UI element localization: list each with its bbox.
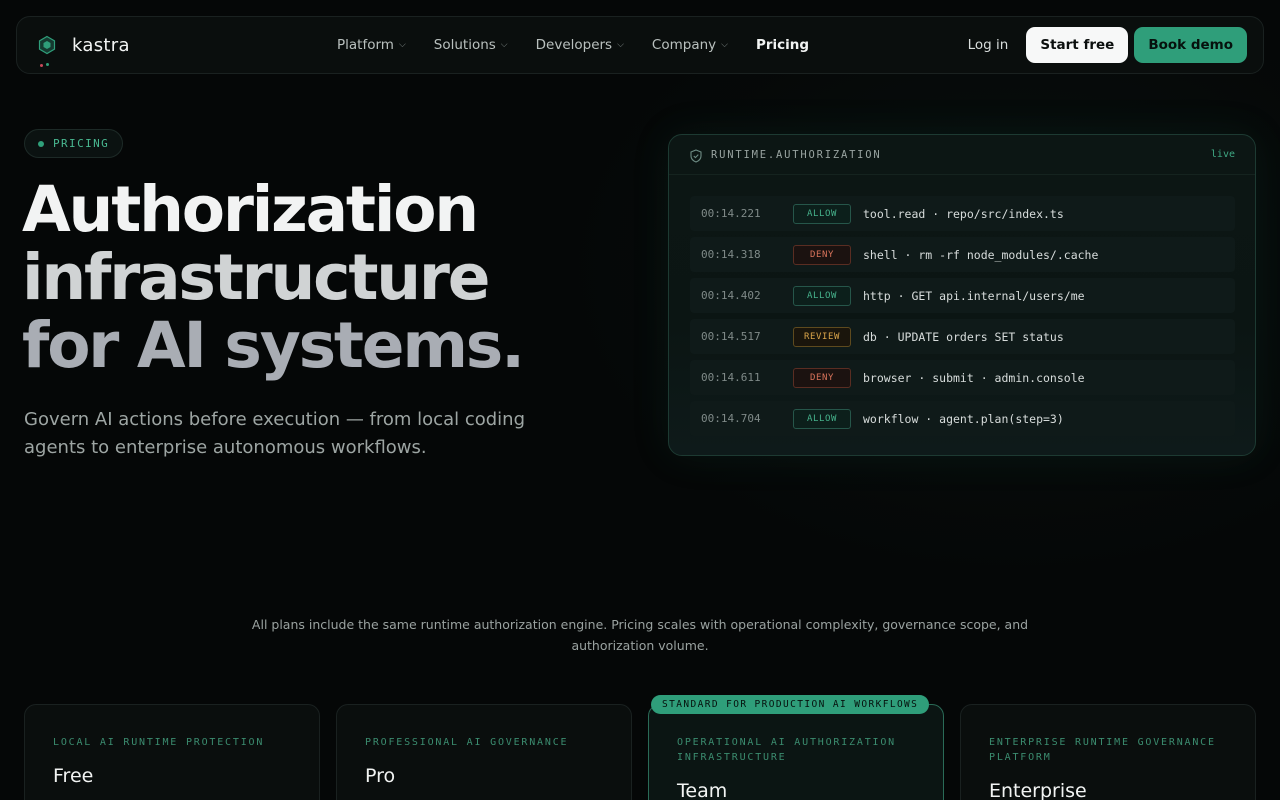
nav-pricing-label: Pricing (755, 37, 810, 53)
log-row: 00:14.402 ALLOW http · GET api.internal/… (690, 278, 1235, 313)
log-row: 00:14.318 DENY shell · rm -rf node_modul… (690, 237, 1235, 272)
log-row: 00:14.517 REVIEW db · UPDATE orders SET … (690, 319, 1235, 354)
nav-links: Platform ⌵ Solutions ⌵ Developers ⌵ Comp… (337, 17, 837, 73)
plan-eyebrow: PROFESSIONAL AI GOVERNANCE (365, 737, 569, 748)
log-time: 00:14.318 (701, 248, 761, 261)
verdict-badge: REVIEW (793, 326, 851, 347)
plan-card-free[interactable]: LOCAL AI RUNTIME PROTECTION Free (24, 704, 320, 800)
nav-pricing[interactable]: Pricing (756, 37, 809, 53)
runtime-panel: RUNTIME.AUTHORIZATION live 00:14.221 ALL… (668, 134, 1256, 456)
chevron-down-icon: ⌵ (721, 40, 728, 50)
chevron-down-icon: ⌵ (617, 40, 624, 50)
login-link[interactable]: Log in (968, 37, 1009, 53)
nav-solutions[interactable]: Solutions ⌵ (434, 37, 508, 53)
nav-company-label: Company (651, 37, 717, 53)
verdict-badge: ALLOW (793, 408, 851, 429)
panel-title: RUNTIME.AUTHORIZATION (711, 148, 882, 161)
hero-title-line3: for AI systems. (22, 309, 525, 382)
pricing-intro: All plans include the same runtime autho… (240, 614, 1040, 656)
verdict-badge: ALLOW (793, 203, 851, 224)
section-pill: PRICING (24, 129, 124, 158)
plan-name: Free (53, 765, 94, 787)
nav-actions: Log in Start free Book demo (968, 27, 1247, 63)
hero-title: Authorization infrastructure for AI syst… (22, 176, 582, 380)
live-status: live (1210, 149, 1235, 160)
plan-card-enterprise[interactable]: ENTERPRISE RUNTIME GOVERNANCE PLATFORM E… (960, 704, 1256, 800)
hexagon-logo-icon (37, 35, 57, 55)
log-action: http · GET api.internal/users/me (863, 288, 1085, 303)
hero-title-line2: infrastructure (22, 241, 490, 314)
pill-dot (38, 140, 44, 147)
nav-developers-label: Developers (535, 37, 613, 53)
log-row: 00:14.611 DENY browser · submit · admin.… (690, 360, 1235, 395)
book-demo-button[interactable]: Book demo (1134, 27, 1247, 63)
chevron-down-icon: ⌵ (398, 40, 406, 50)
featured-ribbon: STANDARD FOR PRODUCTION AI WORKFLOWS (651, 695, 930, 714)
authorization-log: 00:14.221 ALLOW tool.read · repo/src/ind… (690, 196, 1235, 442)
plan-card-team[interactable]: OPERATIONAL AI AUTHORIZATION INFRASTRUCT… (648, 704, 944, 800)
plan-name: Enterprise (989, 780, 1087, 800)
nav-platform-label: Platform (337, 37, 394, 53)
nav-developers[interactable]: Developers ⌵ (536, 37, 624, 53)
shield-check-icon (689, 148, 703, 163)
panel-header: RUNTIME.AUTHORIZATION live (669, 135, 1255, 175)
status-dot-green (46, 63, 49, 66)
log-action: browser · submit · admin.console (863, 370, 1085, 385)
verdict-badge: ALLOW (793, 285, 851, 306)
log-time: 00:14.704 (701, 412, 761, 425)
log-time: 00:14.611 (701, 371, 761, 384)
plan-eyebrow: LOCAL AI RUNTIME PROTECTION (53, 737, 265, 748)
brand-name: kastra (72, 34, 130, 56)
log-time: 00:14.402 (701, 289, 761, 302)
log-action: workflow · agent.plan(step=3) (863, 411, 1064, 426)
log-row: 00:14.704 ALLOW workflow · agent.plan(st… (690, 401, 1235, 436)
verdict-badge: DENY (793, 367, 851, 388)
verdict-badge: DENY (793, 244, 851, 265)
nav-platform[interactable]: Platform ⌵ (337, 37, 406, 53)
log-action: db · UPDATE orders SET status (863, 329, 1064, 344)
plan-name: Pro (365, 765, 396, 787)
pricing-intro-line1: All plans include the same runtime autho… (251, 617, 1029, 632)
hero-title-line1: Authorization (22, 173, 479, 246)
log-time: 00:14.221 (701, 207, 761, 220)
status-dot-red (40, 64, 43, 67)
hero-subtitle: Govern AI actions before execution — fro… (24, 409, 526, 458)
pill-label: PRICING (53, 137, 110, 150)
plan-eyebrow: OPERATIONAL AI AUTHORIZATION INFRASTRUCT… (677, 737, 896, 763)
brand[interactable]: kastra (37, 17, 130, 73)
pricing-intro-line2: authorization volume. (571, 638, 709, 653)
plan-card-pro[interactable]: PROFESSIONAL AI GOVERNANCE Pro (336, 704, 632, 800)
nav-solutions-label: Solutions (433, 37, 496, 53)
log-action: tool.read · repo/src/index.ts (863, 206, 1064, 221)
plan-eyebrow: ENTERPRISE RUNTIME GOVERNANCE PLATFORM (989, 737, 1216, 763)
chevron-down-icon: ⌵ (500, 40, 508, 50)
log-action: shell · rm -rf node_modules/.cache (863, 247, 1099, 262)
log-time: 00:14.517 (701, 330, 761, 343)
start-free-button[interactable]: Start free (1026, 27, 1129, 63)
plan-name: Team (677, 780, 728, 800)
nav-company[interactable]: Company ⌵ (652, 37, 728, 53)
log-row: 00:14.221 ALLOW tool.read · repo/src/ind… (690, 196, 1235, 231)
top-nav: kastra Platform ⌵ Solutions ⌵ Developers… (16, 16, 1264, 74)
